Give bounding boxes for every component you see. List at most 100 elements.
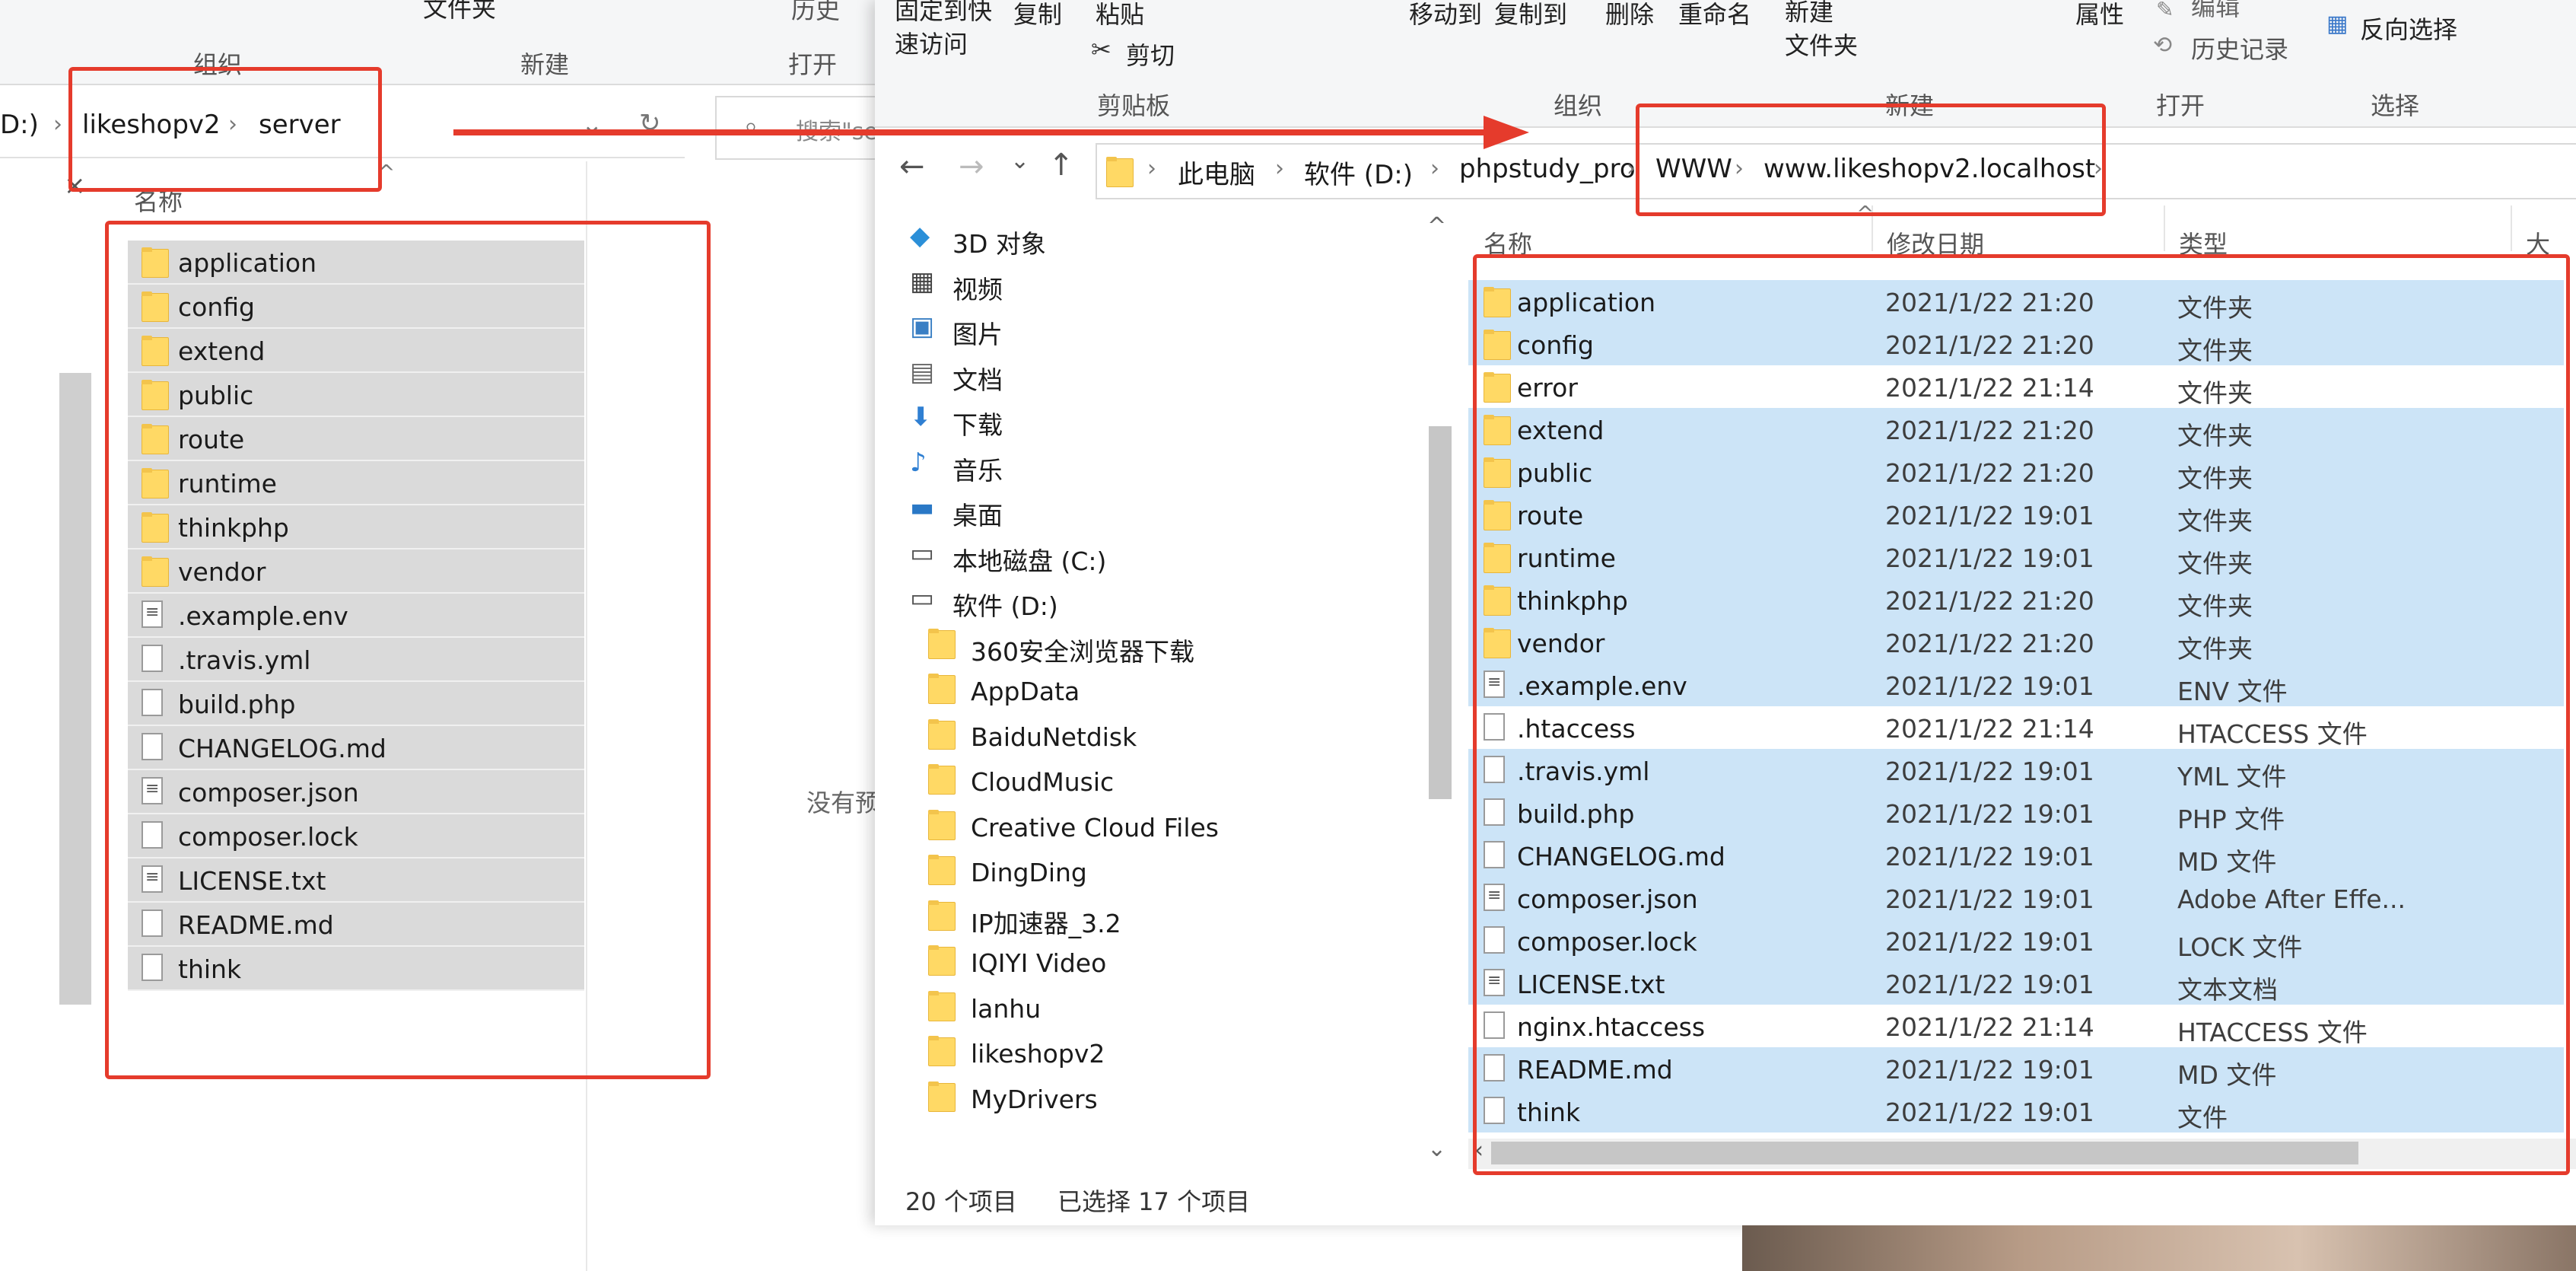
history-icon: ⟲ bbox=[2153, 32, 2173, 59]
front-nav-pane: ◆ 3D 对象 ▦ 视频 ▣ 图片 ▤ 文档 ⬇ 下载 ♪ 音乐 ▬ 桌面 ▭ 本地磁盘 (C:) ▭ 软件 (D… bbox=[875, 205, 1438, 1172]
annotation-arrow-head bbox=[1484, 116, 1529, 149]
copy-to-button[interactable]: 复制到 bbox=[1494, 0, 1567, 30]
chevron-right-icon: › bbox=[53, 111, 62, 138]
nav-item-label: 文档 bbox=[952, 365, 1003, 395]
folder-icon bbox=[928, 1081, 956, 1112]
nav-item-label: IQIYI Video bbox=[971, 948, 1107, 978]
edit-icon: ✎ bbox=[2156, 0, 2174, 22]
crumb-phpstudy[interactable]: phpstudy_pro bbox=[1459, 154, 1636, 184]
nav-item-label: MyDrivers bbox=[971, 1084, 1098, 1114]
recent-dropdown-icon[interactable]: ⌄ bbox=[1010, 148, 1029, 174]
no-preview-text: 没有预 bbox=[806, 788, 880, 817]
chevron-right-icon: › bbox=[1275, 155, 1284, 182]
crumb-drive-d[interactable]: 软件 (D:) bbox=[1304, 154, 1413, 191]
video-icon: ▦ bbox=[910, 266, 935, 297]
invert-select-icon: ▦ bbox=[2326, 11, 2349, 37]
music-icon: ♪ bbox=[910, 447, 927, 478]
folder-icon bbox=[928, 718, 956, 750]
nav-item-label: DingDing bbox=[971, 858, 1087, 887]
nav-item-label: 360安全浏览器下载 bbox=[971, 636, 1194, 667]
scissors-icon: ✂ bbox=[1091, 35, 1111, 64]
chevron-right-icon: › bbox=[1430, 155, 1439, 182]
nav-item-label: AppData bbox=[971, 677, 1080, 706]
download-icon: ⬇ bbox=[910, 402, 932, 432]
column-divider bbox=[2164, 205, 2165, 251]
rename-button[interactable]: 重命名 bbox=[1678, 0, 1751, 30]
forward-arrow-icon[interactable]: → bbox=[959, 149, 984, 184]
pictures-icon: ▣ bbox=[910, 311, 935, 342]
folder-icon bbox=[928, 945, 956, 976]
nav-item-label: Creative Cloud Files bbox=[971, 812, 1220, 843]
group-clipboard: 剪贴板 bbox=[1097, 91, 1171, 120]
scroll-up-icon[interactable]: ^ bbox=[1427, 213, 1446, 240]
group-open: 打开 bbox=[2156, 91, 2206, 120]
scroll-down-icon[interactable]: ⌄ bbox=[1427, 1136, 1446, 1162]
chevron-right-icon: › bbox=[1147, 155, 1156, 182]
folder-icon bbox=[928, 628, 956, 659]
move-to-button[interactable]: 移动到 bbox=[1409, 0, 1482, 30]
crumb-this-pc[interactable]: 此电脑 bbox=[1178, 154, 1255, 191]
annotation-box-target-path bbox=[1636, 104, 2106, 216]
annotation-arrow-line bbox=[453, 129, 1496, 135]
properties-button[interactable]: 属性 bbox=[2075, 0, 2124, 30]
status-bar: 20 个项目 已选择 17 个项目 bbox=[875, 1172, 2576, 1225]
nav-item-label: 本地磁盘 (C:) bbox=[952, 546, 1107, 576]
nav-scrollbar-thumb[interactable] bbox=[1429, 426, 1452, 799]
annotation-box-source-path bbox=[68, 67, 382, 192]
group-select: 选择 bbox=[2371, 91, 2420, 120]
nav-item-label: 3D 对象 bbox=[952, 229, 1046, 259]
invert-select-button[interactable]: 反向选择 bbox=[2360, 11, 2457, 46]
folder-icon bbox=[928, 809, 956, 840]
drive-icon: ▭ bbox=[910, 583, 935, 613]
back-arrow-icon[interactable]: ← bbox=[899, 149, 925, 184]
group-organize: 组织 bbox=[1554, 91, 1603, 120]
delete-button[interactable]: 删除 bbox=[1605, 0, 1654, 30]
status-item-count: 20 个项目 bbox=[905, 1187, 1017, 1216]
back-nav-scrollbar[interactable] bbox=[59, 373, 91, 1005]
up-arrow-icon[interactable]: ↑ bbox=[1048, 148, 1074, 183]
annotation-box-source-files bbox=[105, 221, 711, 1079]
ribbon-history-cut[interactable]: 历史 bbox=[791, 0, 840, 26]
nav-item-label: IP加速器_3.2 bbox=[971, 908, 1121, 938]
folder-icon bbox=[928, 855, 956, 885]
nav-item-label: 软件 (D:) bbox=[952, 591, 1058, 621]
pin-quick-access-button[interactable]: 固定到快 速访问 bbox=[895, 0, 992, 61]
folder-icon bbox=[1106, 157, 1134, 187]
annotation-box-target-files bbox=[1473, 254, 2570, 1175]
documents-icon: ▤ bbox=[910, 356, 935, 387]
history-button[interactable]: 历史记录 bbox=[2191, 30, 2288, 65]
background-photo bbox=[1742, 1225, 2576, 1271]
nav-item-label: 下载 bbox=[952, 410, 1003, 440]
drive-icon: ▭ bbox=[910, 537, 935, 569]
nav-item-label: CloudMusic bbox=[971, 767, 1115, 797]
group-new: 新建 bbox=[520, 50, 570, 79]
cut-button[interactable]: 剪切 bbox=[1126, 37, 1175, 72]
folder-icon bbox=[928, 990, 956, 1021]
chevron-right-icon: › bbox=[1627, 155, 1636, 182]
front-explorer-window: 固定到快 速访问 复制 粘贴 ✂ 剪切 剪贴板 移动到 复制到 删除 重命名 组… bbox=[875, 0, 2576, 1225]
folder-icon bbox=[928, 764, 956, 795]
crumb-drive[interactable]: D:) bbox=[0, 110, 39, 140]
group-open: 打开 bbox=[788, 50, 838, 79]
new-folder-button[interactable]: 新建 文件夹 bbox=[1785, 0, 1858, 62]
nav-item-label: 桌面 bbox=[952, 501, 1003, 530]
folder-icon bbox=[928, 674, 956, 704]
nav-item-label: 图片 bbox=[952, 320, 1003, 349]
3d-objects-icon: ◆ bbox=[910, 221, 930, 251]
nav-item-label: BaiduNetdisk bbox=[971, 722, 1137, 752]
paste-button[interactable]: 粘贴 bbox=[1096, 0, 1144, 30]
folder-icon bbox=[928, 1036, 956, 1066]
nav-item-label: likeshopv2 bbox=[971, 1039, 1105, 1069]
folder-icon bbox=[928, 900, 956, 931]
nav-item-label: 视频 bbox=[952, 274, 1003, 304]
copy-button[interactable]: 复制 bbox=[1013, 0, 1062, 30]
edit-button[interactable]: 编辑 bbox=[2191, 0, 2240, 23]
column-divider bbox=[2511, 205, 2512, 251]
status-selected-count: 已选择 17 个项目 bbox=[1057, 1187, 1251, 1216]
ribbon-new-folder-cut[interactable]: 文件夹 bbox=[423, 0, 496, 24]
chevron-down-icon[interactable]: ⌄ bbox=[581, 110, 603, 140]
desktop-icon: ▬ bbox=[910, 492, 935, 523]
nav-item-label: lanhu bbox=[971, 993, 1042, 1024]
nav-item-label: 音乐 bbox=[952, 455, 1003, 486]
search-icon: ⌕ bbox=[744, 111, 758, 140]
